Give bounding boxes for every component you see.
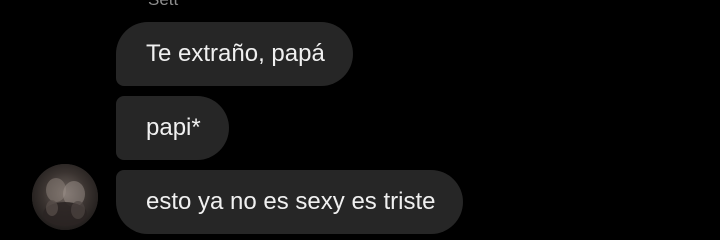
message-text: papi*	[146, 114, 201, 141]
message-text: Te extraño, papá	[146, 40, 325, 67]
message-bubble[interactable]: esto ya no es sexy es triste	[116, 170, 464, 234]
message-bubble[interactable]: Te extraño, papá	[116, 22, 353, 86]
sender-name: Sett	[148, 0, 178, 10]
message-bubble[interactable]: papi*	[116, 96, 229, 160]
sender-avatar[interactable]	[32, 164, 98, 230]
message-text: esto ya no es sexy es triste	[146, 188, 436, 215]
avatar-photo-icon	[32, 164, 98, 230]
